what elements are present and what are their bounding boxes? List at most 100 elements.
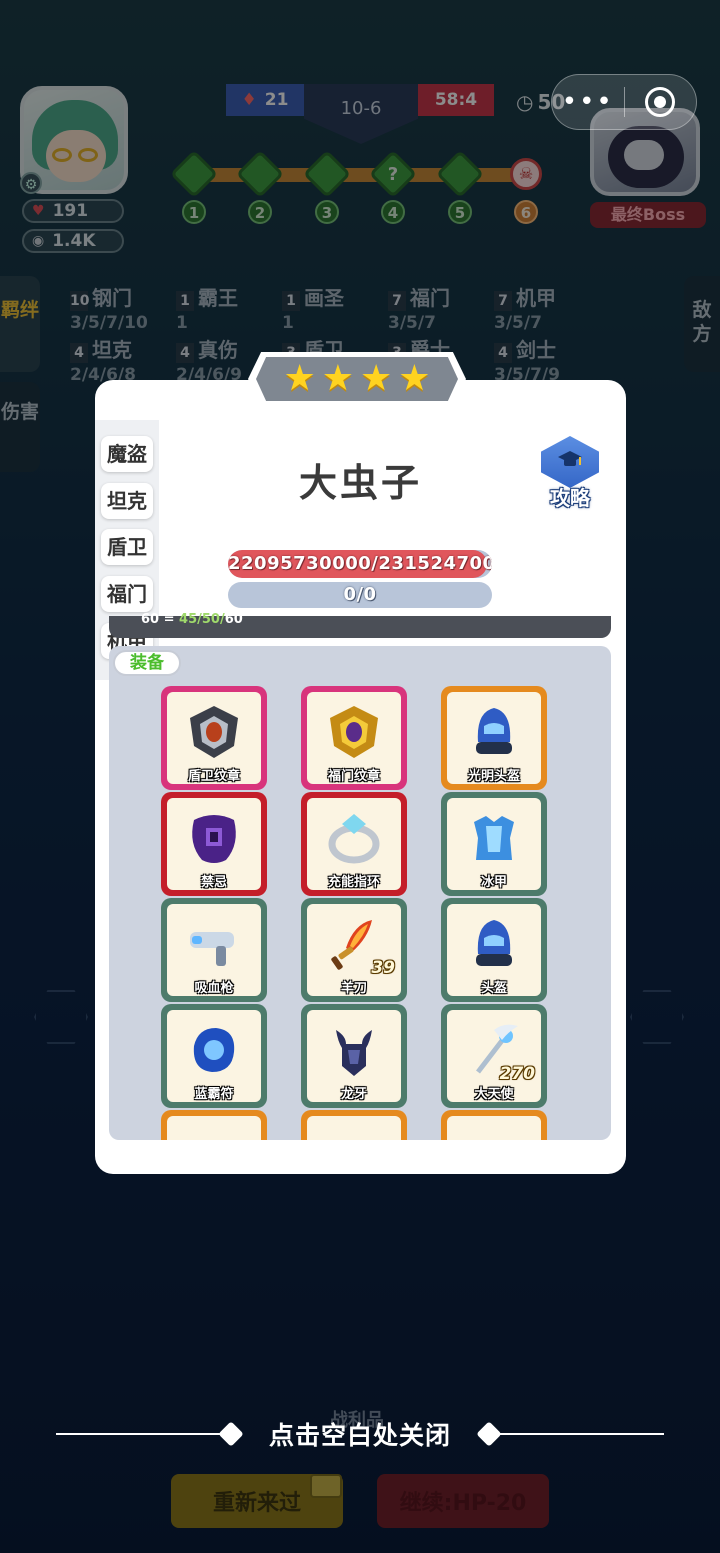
glasses-icon [78,148,98,162]
star-icon: ★ [398,358,431,399]
equipment-item[interactable]: 光明头盔 [441,686,547,790]
tab-enemy[interactable]: 敌方 [684,276,720,372]
close-miniprogram-icon[interactable] [625,87,697,117]
synergy-name: 坦克 [92,338,132,362]
ring-icon [324,808,384,868]
cut-off-item-icon [324,1126,384,1140]
item-name: 光明头盔 [467,769,520,784]
dragon-fang-icon [324,1020,384,1080]
item-name: 龙牙 [340,1087,367,1102]
video-ad-icon [310,1474,342,1498]
equipment-card: 龙牙 [307,1010,401,1102]
synergy-entry: 7 福门 3/5/7 [388,282,450,333]
item-name: 冰甲 [480,875,507,890]
synergy-level: 7 [388,291,406,311]
equipment-card: 光明头盔 [447,692,541,784]
stage-node [169,149,219,199]
equipment-item[interactable] [301,1110,407,1140]
synergy-entry: 1 画圣 1 [282,282,344,333]
more-menu-icon[interactable]: ••• [552,87,624,117]
blue-score: ♦ 21 [226,84,304,116]
item-count: 39 [371,958,395,978]
mana-bar-text: 0/0 [343,584,377,605]
equipment-item[interactable]: 吸血枪 [161,898,267,1002]
unit-detail-modal: 魔盗 坦克 盾卫 福门 机甲 大虫子 攻略 22095730000/231524… [95,380,626,1174]
item-name: 大天使 [474,1087,514,1102]
shield-emblem-icon [184,702,244,762]
close-hint-line-right [492,1433,664,1435]
close-hint-row[interactable]: 点击空白处关闭 [0,1416,720,1452]
boss-label: 最终Boss [590,202,706,228]
synergy-entry: 4 坦克 2/4/6/8 [70,334,136,385]
item-name: 禁忌 [200,875,227,890]
synergy-name: 画圣 [304,286,344,310]
equipment-item[interactable]: 冰甲 [441,792,547,896]
coin-icon: ◉ [32,233,45,249]
synergy-level: 1 [176,291,194,311]
synergy-entry: 4 真伤 2/4/6/9 [176,334,242,385]
settings-gear-icon[interactable]: ⚙ [20,172,42,194]
stage-number: 6 [514,200,538,224]
graduation-cap-icon [558,451,582,466]
synergy-thresholds: 3/5/7/10 [70,313,148,333]
synergy-name: 福门 [410,286,450,310]
round-value: 10-6 [340,98,382,119]
clock-icon: ◷ [516,90,534,114]
equipment-item[interactable]: 39 羊刀 [301,898,407,1002]
synergy-name: 真伤 [198,338,238,362]
miniprogram-capsule: ••• [551,74,697,130]
equipment-card: 盾卫纹章 [167,692,261,784]
equipment-item[interactable]: 龙牙 [301,1004,407,1108]
equipment-tag: 装备 [113,650,181,676]
equipment-card: 39 羊刀 [307,904,401,996]
equipment-item[interactable]: 头盔 [441,898,547,1002]
equipment-card: 充能指环 [307,798,401,890]
item-name: 福门纹章 [327,769,380,784]
board-hex [34,990,88,1044]
synergy-entry: 4 剑士 3/5/7/9 [494,334,560,385]
equipment-card: 冰甲 [447,798,541,890]
round-indicator: 10-6 [304,84,418,144]
equipment-item[interactable]: 充能指环 [301,792,407,896]
equipment-item[interactable]: 270 大天使 [441,1004,547,1108]
stage-number: 2 [248,200,272,224]
equipment-item[interactable] [161,1110,267,1140]
class-tab[interactable]: 福门 [101,576,153,612]
close-hint-line-left [56,1433,228,1435]
equipment-card: 蓝霸符 [167,1010,261,1102]
red-score-value: 58:4 [434,90,478,110]
gun-icon [184,914,244,974]
boss-face [624,140,664,170]
synergy-level: 1 [282,291,300,311]
equipment-item[interactable] [441,1110,547,1140]
gold-stat: ◉ 1.4K [22,229,124,253]
star-rating-banner: ★ ★ ★ ★ [248,352,466,406]
item-name: 羊刀 [340,981,367,996]
equipment-card: 270 大天使 [447,1010,541,1102]
equipment-card: 福门纹章 [307,692,401,784]
equipment-item[interactable]: 蓝霸符 [161,1004,267,1108]
synergy-level: 7 [494,291,512,311]
synergy-level: 4 [176,343,194,363]
stage-number: 4 [381,200,405,224]
equipment-item[interactable]: 盾卫纹章 [161,686,267,790]
guide-button[interactable]: 攻略 [535,436,605,512]
synergy-name: 机甲 [516,286,556,310]
hp-bar-text: 22095730000/231524700 [228,553,492,574]
class-tab[interactable]: 盾卫 [101,529,153,565]
equipment-card [447,1116,541,1140]
item-name: 头盔 [480,981,507,996]
item-name: 蓝霸符 [194,1087,234,1102]
equipment-item[interactable]: 福门纹章 [301,686,407,790]
equipment-card: 吸血枪 [167,904,261,996]
continue-button[interactable]: 继续:HP-20 [377,1474,549,1528]
stage-node [302,149,352,199]
item-name: 充能指环 [327,875,380,890]
unit-hp-bar: 22095730000/231524700 [228,550,492,578]
stage-number: 3 [315,200,339,224]
gold-value: 1.4K [52,231,96,251]
tab-synergy[interactable]: 羁绊 [0,276,40,372]
equipment-item[interactable]: 禁忌 [161,792,267,896]
tab-damage[interactable]: 伤害 [0,382,40,472]
unit-mana-bar: 0/0 [228,582,492,608]
